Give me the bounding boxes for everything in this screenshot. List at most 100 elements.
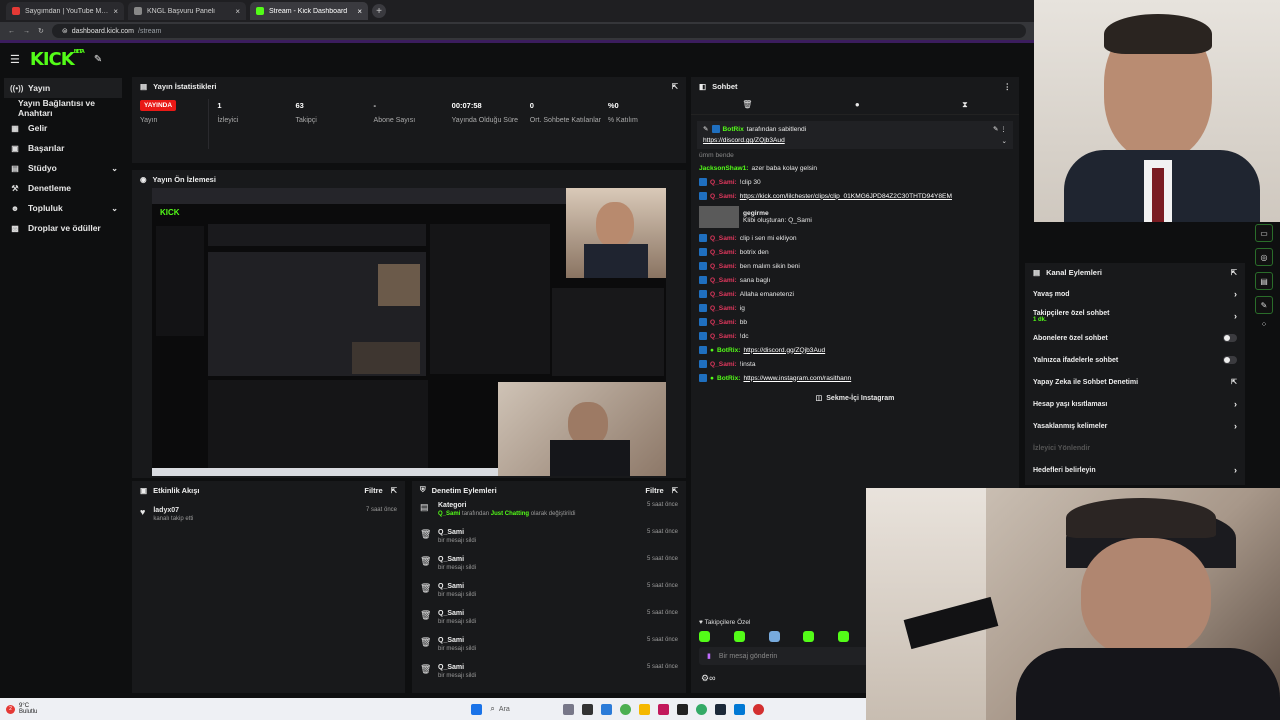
toggle-switch[interactable]: [1223, 356, 1237, 364]
channel-action[interactable]: Takipçilere özel sohbet 1 dk. ›: [1025, 305, 1245, 327]
chat-username[interactable]: Q_Sami:: [710, 179, 737, 186]
windows-start-icon[interactable]: [471, 703, 483, 715]
browser-tab[interactable]: KNGL Başvuru Paneli ×: [128, 2, 246, 20]
copilot-icon[interactable]: [600, 703, 612, 715]
wrench-icon[interactable]: ✎: [1255, 296, 1273, 314]
close-icon[interactable]: ×: [357, 7, 362, 16]
broadcast-toggle-icon[interactable]: ◎: [1255, 248, 1273, 266]
unpin-icon[interactable]: ✎ ⋮: [993, 125, 1007, 133]
expand-icon[interactable]: ⇱: [672, 486, 678, 495]
stats-toggle-icon[interactable]: ▤: [1255, 272, 1273, 290]
file-explorer-icon[interactable]: [638, 703, 650, 715]
chat-username[interactable]: Q_Sami:: [710, 193, 737, 200]
chevron-down-icon[interactable]: ⌄: [111, 164, 118, 173]
channel-action[interactable]: Abonelere özel sohbet: [1025, 327, 1245, 349]
chat-toggle-icon[interactable]: ▭: [1255, 224, 1273, 242]
chevron-right-icon[interactable]: ›: [1234, 421, 1237, 431]
sidebar-item[interactable]: ⚒ Denetleme: [0, 178, 128, 198]
sidebar-item[interactable]: ▦ Gelir: [0, 118, 128, 138]
emote-icon[interactable]: [838, 631, 849, 642]
app-icon[interactable]: [752, 703, 764, 715]
channel-action[interactable]: Hedefleri belirleyin ›: [1025, 459, 1245, 481]
sidebar-item[interactable]: ☻ Topluluk ⌄: [0, 198, 128, 218]
menu-icon[interactable]: ☰: [10, 53, 20, 66]
channel-action[interactable]: Yasaklanmış kelimeler ›: [1025, 415, 1245, 437]
more-icon[interactable]: ⋮: [1004, 82, 1012, 91]
sidebar-item[interactable]: ▣ Başarılar: [0, 138, 128, 158]
browser-tab[interactable]: Stream - Kick Dashboard ×: [250, 2, 368, 20]
emote-icon[interactable]: [699, 631, 710, 642]
store-icon[interactable]: [733, 703, 745, 715]
chat-username[interactable]: Q_Sami:: [710, 277, 737, 284]
close-icon[interactable]: ×: [113, 7, 118, 16]
app-icon[interactable]: [657, 703, 669, 715]
expand-icon[interactable]: ⇱: [391, 486, 397, 495]
activity-filter[interactable]: Filtre: [364, 486, 382, 495]
chat-username[interactable]: JacksonShaw1:: [699, 165, 748, 172]
channel-action[interactable]: Yavaş mod ›: [1025, 283, 1245, 305]
reload-icon[interactable]: ↻: [38, 27, 44, 35]
external-link-icon[interactable]: ⇱: [1231, 378, 1237, 386]
chat-text[interactable]: https://www.instagram.com/rasithann: [743, 375, 851, 382]
chat-username[interactable]: Q_Sami:: [710, 319, 737, 326]
chat-username[interactable]: Q_Sami:: [710, 235, 737, 242]
site-info-icon[interactable]: ⊜: [62, 27, 68, 35]
instagram-button[interactable]: ◫ Sekme-İçi Instagram: [699, 391, 1011, 405]
channel-action[interactable]: Hesap yaşı kısıtlaması ›: [1025, 393, 1245, 415]
chat-username[interactable]: Q_Sami:: [710, 291, 737, 298]
emote-icon[interactable]: [768, 631, 780, 642]
pinned-link[interactable]: https://discord.gg/ZQjb3Aud: [703, 137, 785, 145]
chevron-right-icon[interactable]: ›: [1234, 289, 1237, 299]
chat-bubble-icon[interactable]: ●: [855, 100, 860, 109]
chat-text[interactable]: https://discord.gg/ZQjb3Aud: [743, 347, 825, 354]
close-icon[interactable]: ×: [235, 7, 240, 16]
chat-username[interactable]: Q_Sami:: [710, 263, 737, 270]
chat-username[interactable]: Q_Sami:: [710, 333, 737, 340]
sidebar-item[interactable]: ((•)) Yayın: [4, 78, 122, 98]
chat-username[interactable]: BotRix:: [717, 375, 740, 382]
sidebar-item[interactable]: ▤ Stüdyo ⌄: [0, 158, 128, 178]
weather-widget[interactable]: 2 9°C Bulutlu: [6, 703, 37, 715]
browser-tab[interactable]: Saygımdan | YouTube Music ×: [6, 2, 124, 20]
forward-icon[interactable]: →: [23, 28, 30, 35]
sidebar-item[interactable]: ▩ Droplar ve ödüller: [0, 218, 128, 238]
kick-logo[interactable]: KICKBETA: [30, 49, 85, 70]
chevron-right-icon[interactable]: ›: [1234, 311, 1237, 321]
channel-action[interactable]: Yalnızca ifadelerle sohbet: [1025, 349, 1245, 371]
emote-icon[interactable]: [803, 631, 815, 642]
hourglass-icon[interactable]: ⧗: [962, 100, 968, 110]
url-field[interactable]: ⊜ dashboard.kick.com/stream: [51, 24, 1026, 38]
chat-username[interactable]: Q_Sami:: [710, 249, 737, 256]
task-view-icon[interactable]: [562, 703, 574, 715]
clip-card[interactable]: gegirme Klibi oluşturan: Q_Sami: [699, 203, 1011, 231]
new-tab-icon[interactable]: +: [372, 4, 386, 18]
app-icon[interactable]: [581, 703, 593, 715]
chevron-down-icon[interactable]: ⌄: [1001, 137, 1007, 145]
toggle-switch[interactable]: [1223, 334, 1237, 342]
chat-settings-icon[interactable]: ⚙∞: [701, 673, 715, 684]
taskbar-search[interactable]: Ara: [499, 706, 559, 713]
obs-icon[interactable]: [676, 703, 688, 715]
chat-text[interactable]: https://kick.com/lilchester/clips/clip_0…: [740, 193, 952, 200]
expand-icon[interactable]: ⇱: [672, 82, 678, 91]
mod-filter[interactable]: Filtre: [645, 486, 663, 495]
chat-username[interactable]: Q_Sami:: [710, 361, 737, 368]
stream-preview[interactable]: KICK: [152, 188, 666, 476]
chat-username[interactable]: BotRix:: [717, 347, 740, 354]
chat-username[interactable]: Q_Sami:: [710, 305, 737, 312]
more-actions-icon[interactable]: ⁘: [1261, 320, 1268, 329]
chrome-icon[interactable]: [619, 703, 631, 715]
pin-icon[interactable]: ✎: [94, 54, 102, 65]
chevron-right-icon[interactable]: ›: [1234, 465, 1237, 475]
trash-icon[interactable]: 🗑: [742, 100, 752, 109]
xbox-icon[interactable]: [695, 703, 707, 715]
emote-picker-icon[interactable]: ▮: [707, 652, 711, 660]
back-icon[interactable]: ←: [8, 28, 15, 35]
chevron-down-icon[interactable]: ⌄: [111, 204, 118, 213]
channel-action[interactable]: Yapay Zeka ile Sohbet Denetimi ⇱: [1025, 371, 1245, 393]
search-icon[interactable]: ⌕: [490, 704, 494, 714]
chevron-right-icon[interactable]: ›: [1234, 399, 1237, 409]
emote-icon[interactable]: [733, 631, 745, 642]
steam-icon[interactable]: [714, 703, 726, 715]
expand-icon[interactable]: ⇱: [1231, 268, 1237, 277]
